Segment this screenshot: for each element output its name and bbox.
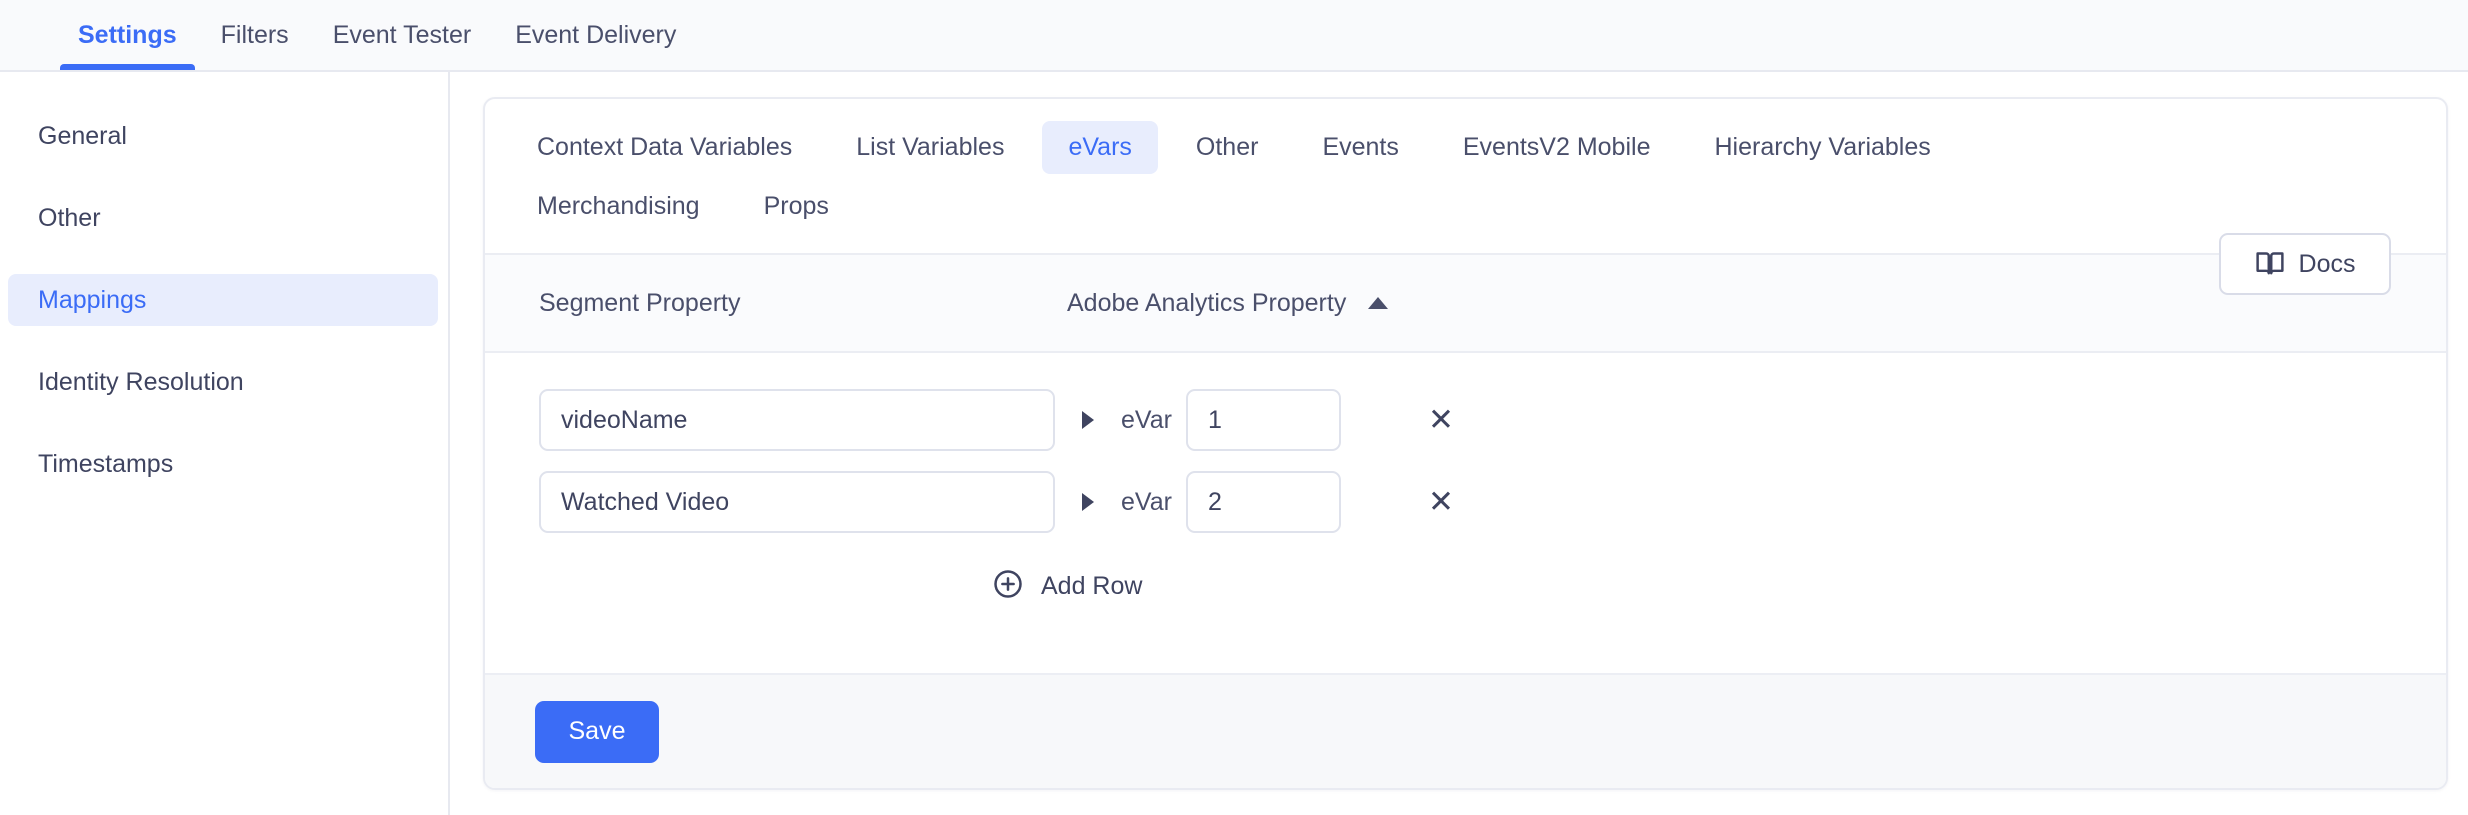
book-icon — [2255, 251, 2285, 277]
sidebar-item-timestamps-label: Timestamps — [38, 450, 173, 479]
variable-type-tabs: Context Data Variables List Variables eV… — [485, 99, 2446, 253]
sidebar-item-other[interactable]: Other — [8, 192, 438, 244]
tab-list-variables-label: List Variables — [856, 133, 1004, 161]
tab-settings-label: Settings — [78, 21, 177, 50]
remove-row-button-1[interactable]: ✕ — [1419, 398, 1463, 442]
variable-tabs-row-2: Merchandising Props — [511, 180, 2420, 239]
evar-number-input-1[interactable] — [1186, 389, 1341, 451]
tab-event-delivery[interactable]: Event Delivery — [493, 0, 698, 71]
column-header-segment-property[interactable]: Segment Property — [539, 289, 1067, 318]
evar-number-input-2[interactable] — [1186, 471, 1341, 533]
save-button[interactable]: Save — [535, 701, 659, 763]
evar-label-2: eVar — [1121, 488, 1172, 517]
sidebar-item-identity-resolution[interactable]: Identity Resolution — [8, 356, 438, 408]
variable-tabs-row-1: Context Data Variables List Variables eV… — [511, 121, 2420, 180]
remove-row-button-2[interactable]: ✕ — [1419, 480, 1463, 524]
tab-event-tester-label: Event Tester — [333, 21, 472, 50]
mapping-rows: eVar ✕ eVar ✕ Add Row — [485, 353, 2446, 604]
tab-hierarchy-variables-label: Hierarchy Variables — [1714, 133, 1930, 161]
table-row: eVar ✕ — [485, 379, 2446, 461]
table-row: eVar ✕ — [485, 461, 2446, 543]
tab-filters[interactable]: Filters — [199, 0, 311, 71]
tab-settings[interactable]: Settings — [56, 0, 199, 71]
add-row-label: Add Row — [1041, 572, 1142, 601]
tab-merchandising-label: Merchandising — [537, 192, 700, 220]
segment-property-input-2[interactable] — [539, 471, 1055, 533]
tab-eventsv2-mobile[interactable]: EventsV2 Mobile — [1437, 121, 1677, 174]
tab-context-data-variables-label: Context Data Variables — [537, 133, 792, 161]
sort-ascending-icon — [1368, 297, 1388, 309]
sidebar-item-timestamps[interactable]: Timestamps — [8, 438, 438, 490]
panel-footer: Save — [485, 673, 2446, 788]
add-row-button[interactable]: Add Row — [485, 569, 1142, 604]
tab-filters-label: Filters — [221, 21, 289, 50]
tab-evars-label: eVars — [1068, 133, 1131, 161]
caret-right-icon — [1055, 411, 1121, 429]
tab-hierarchy-variables[interactable]: Hierarchy Variables — [1688, 121, 1956, 174]
docs-button[interactable]: Docs — [2219, 233, 2391, 295]
tab-event-tester[interactable]: Event Tester — [311, 0, 494, 71]
tab-context-data-variables[interactable]: Context Data Variables — [511, 121, 818, 174]
mappings-panel: Context Data Variables List Variables eV… — [483, 97, 2448, 790]
tab-evars[interactable]: eVars — [1042, 121, 1157, 174]
sidebar-item-mappings[interactable]: Mappings — [8, 274, 438, 326]
tab-event-delivery-label: Event Delivery — [515, 21, 676, 50]
tab-events[interactable]: Events — [1296, 121, 1424, 174]
sidebar-item-other-label: Other — [38, 204, 101, 233]
evar-label-1: eVar — [1121, 406, 1172, 435]
docs-button-label: Docs — [2299, 250, 2356, 279]
top-navigation-bar: Settings Filters Event Tester Event Deli… — [0, 0, 2468, 71]
sidebar-item-identity-resolution-label: Identity Resolution — [38, 368, 244, 397]
tab-eventsv2-mobile-label: EventsV2 Mobile — [1463, 133, 1651, 161]
sidebar-item-mappings-label: Mappings — [38, 286, 146, 315]
column-header-adobe-analytics-property[interactable]: Adobe Analytics Property — [1067, 289, 1388, 318]
tab-props-label: Props — [764, 192, 829, 220]
tab-other[interactable]: Other — [1170, 121, 1285, 174]
sidebar-item-general[interactable]: General — [8, 110, 438, 162]
caret-right-icon — [1055, 493, 1121, 511]
segment-property-input-1[interactable] — [539, 389, 1055, 451]
tab-other-label: Other — [1196, 133, 1259, 161]
column-header-adobe-analytics-property-label: Adobe Analytics Property — [1067, 289, 1346, 318]
tab-props[interactable]: Props — [738, 180, 855, 233]
settings-sidebar: General Other Mappings Identity Resoluti… — [0, 72, 450, 815]
sidebar-item-general-label: General — [38, 122, 127, 151]
tab-events-label: Events — [1322, 133, 1398, 161]
table-header-row: Segment Property Adobe Analytics Propert… — [485, 253, 2446, 353]
tab-list-variables[interactable]: List Variables — [830, 121, 1030, 174]
plus-circle-icon — [993, 569, 1023, 604]
tab-merchandising[interactable]: Merchandising — [511, 180, 726, 233]
